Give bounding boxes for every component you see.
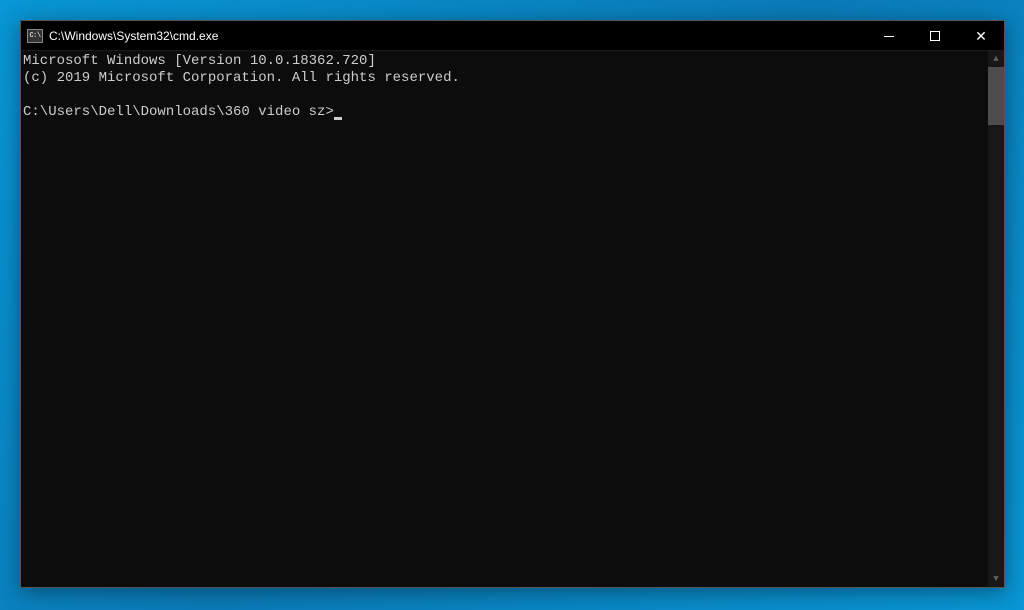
titlebar-left: C:\ C:\Windows\System32\cmd.exe bbox=[21, 29, 218, 43]
close-icon: ✕ bbox=[975, 29, 987, 43]
terminal-content[interactable]: Microsoft Windows [Version 10.0.18362.72… bbox=[21, 51, 988, 587]
scroll-track[interactable] bbox=[988, 67, 1004, 571]
cursor bbox=[334, 117, 342, 120]
scroll-up-arrow[interactable]: ▲ bbox=[988, 51, 1004, 67]
maximize-button[interactable] bbox=[912, 21, 958, 51]
terminal-body: Microsoft Windows [Version 10.0.18362.72… bbox=[21, 51, 1004, 587]
maximize-icon bbox=[930, 31, 940, 41]
titlebar-buttons: ✕ bbox=[866, 21, 1004, 50]
scroll-thumb[interactable] bbox=[988, 67, 1004, 125]
minimize-button[interactable] bbox=[866, 21, 912, 51]
cmd-window: C:\ C:\Windows\System32\cmd.exe ✕ Micros… bbox=[20, 20, 1005, 588]
scrollbar[interactable]: ▲ ▼ bbox=[988, 51, 1004, 587]
terminal-line-2: (c) 2019 Microsoft Corporation. All righ… bbox=[23, 70, 460, 86]
minimize-icon bbox=[884, 36, 894, 37]
close-button[interactable]: ✕ bbox=[958, 21, 1004, 51]
terminal-line-1: Microsoft Windows [Version 10.0.18362.72… bbox=[23, 53, 376, 69]
cmd-icon: C:\ bbox=[27, 29, 43, 43]
titlebar[interactable]: C:\ C:\Windows\System32\cmd.exe ✕ bbox=[21, 21, 1004, 51]
scroll-down-arrow[interactable]: ▼ bbox=[988, 571, 1004, 587]
window-title: C:\Windows\System32\cmd.exe bbox=[49, 29, 218, 43]
terminal-prompt: C:\Users\Dell\Downloads\360 video sz> bbox=[23, 104, 334, 120]
